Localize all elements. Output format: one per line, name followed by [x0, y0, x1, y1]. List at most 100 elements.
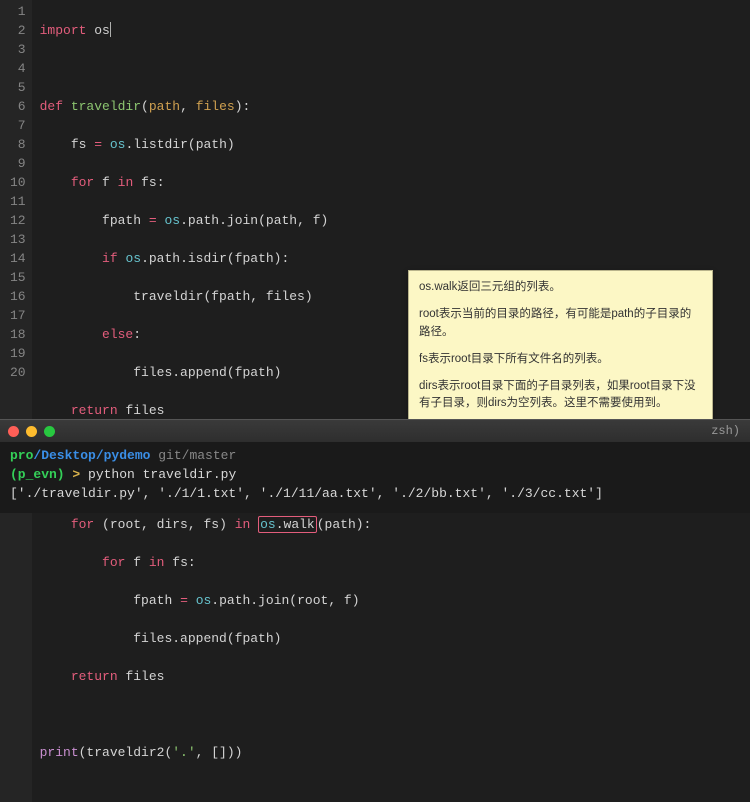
var: fs: [141, 175, 164, 190]
code-line[interactable]: for (root, dirs, fs) in os.walk(path): [40, 515, 750, 534]
code-line[interactable]: if os.path.isdir(fpath): [40, 249, 750, 268]
prompt-arrow: > [65, 467, 88, 482]
module: os [260, 517, 276, 532]
call: (traveldir2( [79, 745, 173, 760]
line-number: 14 [10, 249, 26, 268]
op: = [149, 213, 157, 228]
terminal-title: zsh) [711, 424, 740, 438]
module: os [164, 213, 180, 228]
line-number: 10 [10, 173, 26, 192]
keyword: for [71, 175, 94, 190]
line-number: 18 [10, 325, 26, 344]
keyword: return [71, 403, 118, 418]
code-line[interactable] [40, 705, 750, 724]
keyword: for [102, 555, 125, 570]
terminal-titlebar[interactable]: zsh) [0, 420, 750, 442]
module: os [94, 23, 110, 38]
highlighted-expression: os.walk [258, 516, 317, 533]
string: '.' [172, 745, 195, 760]
prompt-path: /Desktop/pydemo [33, 448, 150, 463]
terminal-output-line: ['./traveldir.py', './1/1.txt', './1/11/… [10, 484, 740, 503]
builtin: print [40, 745, 79, 760]
keyword: def [40, 99, 63, 114]
line-number: 3 [10, 40, 26, 59]
maximize-button[interactable] [44, 426, 55, 437]
keyword: in [149, 555, 165, 570]
module: os [196, 593, 212, 608]
code-line[interactable]: import os [40, 21, 750, 40]
op: = [180, 593, 188, 608]
keyword: in [118, 175, 134, 190]
module: os [110, 137, 126, 152]
code-line[interactable]: for f in fs: [40, 553, 750, 572]
var: fs: [172, 555, 195, 570]
code-line[interactable]: print(traveldir2('.', [])) [40, 743, 750, 762]
line-number: 7 [10, 116, 26, 135]
keyword: if [102, 251, 118, 266]
call: .path.join(root, f) [211, 593, 359, 608]
terminal-prompt-line: pro/Desktop/pydemo git/master [10, 446, 740, 465]
keyword: in [235, 517, 251, 532]
prompt-env: (p_evn) [10, 467, 65, 482]
command-text: python traveldir.py [88, 467, 236, 482]
line-number: 17 [10, 306, 26, 325]
line-number: 15 [10, 268, 26, 287]
line-number: 5 [10, 78, 26, 97]
line-number: 13 [10, 230, 26, 249]
line-number: 11 [10, 192, 26, 211]
code-line[interactable]: fs = os.listdir(path) [40, 135, 750, 154]
line-number: 1 [10, 2, 26, 21]
code-line[interactable]: return files [40, 667, 750, 686]
method: .walk [276, 517, 315, 532]
keyword: for [71, 517, 94, 532]
var: f [102, 175, 110, 190]
call: files.append(fpath) [133, 365, 281, 380]
prompt-git: git/master [150, 448, 236, 463]
line-number: 12 [10, 211, 26, 230]
line-number: 20 [10, 363, 26, 382]
tooltip-line: fs表示root目录下所有文件名的列表。 [419, 351, 702, 368]
call: files.append(fpath) [133, 631, 281, 646]
tooltip-line: dirs表示root目录下面的子目录列表，如果root目录下没有子目录，则dir… [419, 378, 702, 413]
prompt-user: pro [10, 448, 33, 463]
terminal-body[interactable]: pro/Desktop/pydemo git/master (p_evn) > … [0, 442, 750, 513]
call: (path): [317, 517, 372, 532]
keyword: return [71, 669, 118, 684]
close-button[interactable] [8, 426, 19, 437]
text-cursor [110, 22, 111, 37]
call: .path.join(path, f) [180, 213, 328, 228]
code-line[interactable]: def traveldir(path, files): [40, 97, 750, 116]
code-line[interactable]: fpath = os.path.join(root, f) [40, 591, 750, 610]
line-number: 2 [10, 21, 26, 40]
call: , [])) [196, 745, 243, 760]
var: fpath [133, 593, 172, 608]
call: .path.isdir(fpath): [141, 251, 289, 266]
var: files [125, 669, 164, 684]
tooltip-line: root表示当前的目录的路径，有可能是path的子目录的路径。 [419, 306, 702, 341]
line-number: 16 [10, 287, 26, 306]
terminal-command-line: (p_evn) > python traveldir.py [10, 465, 740, 484]
call: traveldir(fpath, files) [133, 289, 312, 304]
var: fs [71, 137, 87, 152]
line-number-gutter: 1 2 3 4 5 6 7 8 9 10 11 12 13 14 15 16 1… [0, 0, 32, 802]
code-line[interactable]: for f in fs: [40, 173, 750, 192]
minimize-button[interactable] [26, 426, 37, 437]
documentation-tooltip: os.walk返回三元组的列表。 root表示当前的目录的路径，有可能是path… [408, 270, 713, 422]
param: files [196, 99, 235, 114]
tuple: (root, dirs, fs) [102, 517, 227, 532]
code-line[interactable] [40, 59, 750, 78]
call: .listdir(path) [125, 137, 234, 152]
line-number: 9 [10, 154, 26, 173]
var: f [133, 555, 141, 570]
keyword: else [102, 327, 133, 342]
keyword: import [40, 23, 87, 38]
code-line[interactable]: fpath = os.path.join(path, f) [40, 211, 750, 230]
code-line[interactable]: files.append(fpath) [40, 629, 750, 648]
line-number: 6 [10, 97, 26, 116]
tooltip-line: os.walk返回三元组的列表。 [419, 279, 702, 296]
terminal-window: zsh) pro/Desktop/pydemo git/master (p_ev… [0, 419, 750, 513]
line-number: 8 [10, 135, 26, 154]
var: fpath [102, 213, 141, 228]
module: os [125, 251, 141, 266]
line-number: 4 [10, 59, 26, 78]
